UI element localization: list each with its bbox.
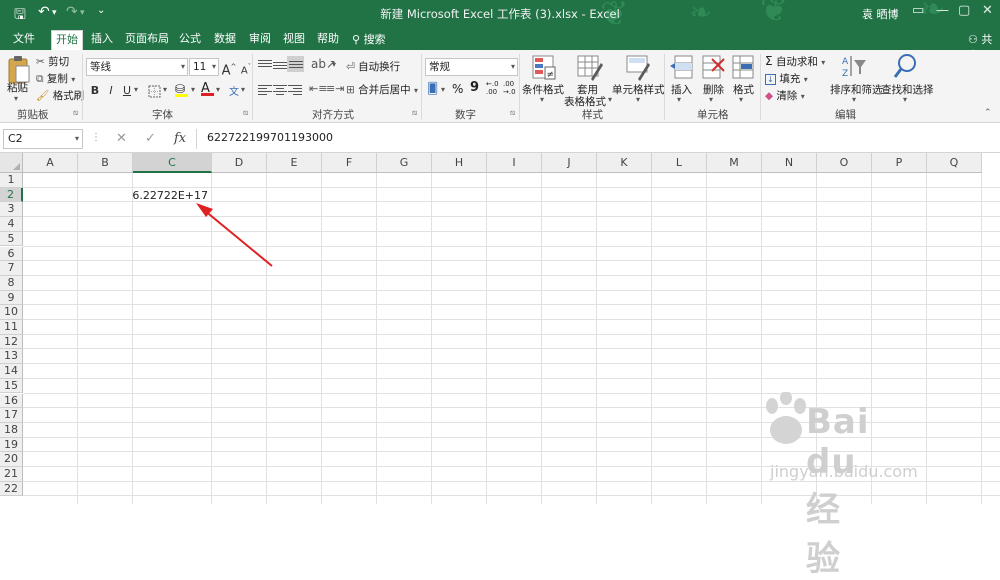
paw-logo-icon [766,392,806,444]
annotation-arrow-line [203,209,273,267]
watermark-logo-text: Bai du 经验 [806,402,870,579]
watermark-url: jingyan.baidu.com [770,462,918,481]
